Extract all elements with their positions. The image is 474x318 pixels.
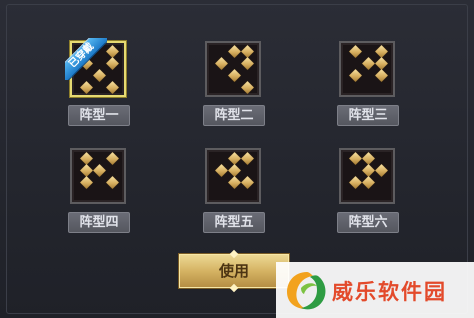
equipped-badge-label: 已穿戴 [65,38,107,80]
formation-piece-icon [105,56,119,70]
formation-piece-icon [374,44,388,58]
formation-piece-icon [79,80,93,94]
formation-five[interactable]: 阵型五 [203,148,267,236]
formation-piece-icon [348,151,362,165]
formation-board[interactable] [205,148,261,204]
formation-piece-icon [214,163,228,177]
formation-piece-icon [214,56,228,70]
formation-piece-icon [105,151,119,165]
formation-board[interactable] [339,148,395,204]
formation-label[interactable]: 阵型六 [337,212,399,233]
formation-label[interactable]: 阵型五 [203,212,265,233]
formation-label[interactable]: 阵型二 [203,105,265,126]
formation-piece-icon [227,68,241,82]
formation-piece-icon [79,163,93,177]
formation-piece-icon [240,151,254,165]
formation-label[interactable]: 阵型一 [68,105,130,126]
formation-piece-icon [240,44,254,58]
formation-one[interactable]: 已穿戴 阵型一 [65,38,132,129]
watermark-text: 威乐软件园 [332,279,447,304]
formation-two[interactable]: 阵型二 [203,41,267,129]
formation-piece-icon [105,175,119,189]
formation-piece-icon [227,151,241,165]
formation-piece-icon [105,80,119,94]
formation-piece-icon [361,175,375,189]
formation-piece-icon [79,151,93,165]
formation-board[interactable] [70,148,126,204]
use-button-label: 使用 [218,262,249,280]
formation-piece-icon [374,56,388,70]
formation-label[interactable]: 阵型三 [337,105,399,126]
formation-piece-icon [361,163,375,177]
formation-board[interactable] [205,41,261,97]
watermark-logo-icon [287,272,326,310]
button-bottom-gem-icon [229,283,239,293]
formation-piece-icon [374,163,388,177]
equipped-badge: 已穿戴 [65,38,107,80]
formation-piece-icon [348,68,362,82]
formation-piece-icon [240,175,254,189]
formation-piece-icon [348,44,362,58]
formation-board[interactable] [339,41,395,97]
button-top-gem-icon [229,249,239,259]
formation-piece-icon [240,80,254,94]
formation-three[interactable]: 阵型三 [337,41,401,129]
formation-label[interactable]: 阵型四 [68,212,130,233]
formation-piece-icon [374,68,388,82]
formation-piece-icon [227,163,241,177]
formation-piece-icon [227,44,241,58]
formation-four[interactable]: 阵型四 [68,148,132,236]
formation-piece-icon [348,175,362,189]
watermark: 威乐软件园 [276,262,474,318]
formation-piece-icon [227,175,241,189]
formation-piece-icon [79,175,93,189]
formation-piece-icon [361,151,375,165]
formation-piece-icon [361,56,375,70]
formation-six[interactable]: 阵型六 [337,148,401,236]
formation-piece-icon [92,163,106,177]
formation-piece-icon [105,44,119,58]
formation-piece-icon [240,56,254,70]
use-button[interactable]: 使用 [179,249,289,293]
